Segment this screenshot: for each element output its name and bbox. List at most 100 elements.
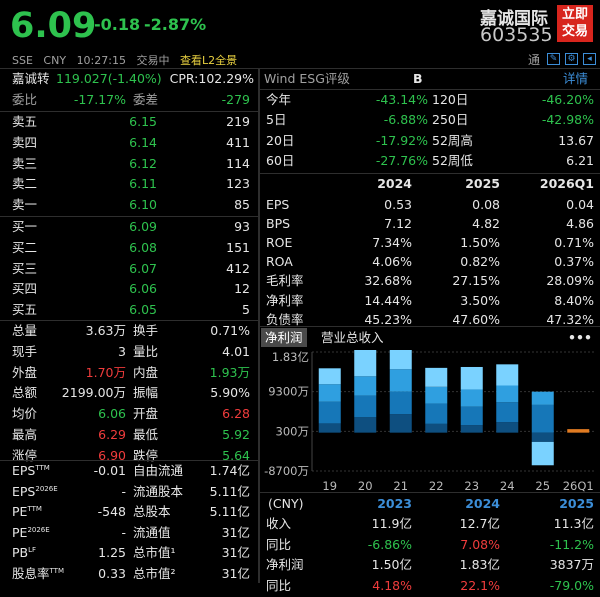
edit-icon[interactable]: ✎ xyxy=(547,53,560,65)
fund-row: PE2026E - 流通值 31亿 xyxy=(0,523,258,544)
left-panel: 嘉诚转 119.027(-1.40%) CPR:102.29% 委比 -17.1… xyxy=(0,69,258,583)
annual-label: 净利润 xyxy=(266,557,304,573)
bar-segment[interactable] xyxy=(318,384,341,402)
bar-segment[interactable] xyxy=(531,404,554,433)
ask-row[interactable]: 卖一 6.10 85 xyxy=(0,195,258,216)
bar-segment[interactable] xyxy=(354,350,377,377)
bar-segment[interactable] xyxy=(496,402,519,423)
bar-segment[interactable] xyxy=(425,403,448,424)
tab-revenue[interactable]: 营业总收入 xyxy=(321,328,384,347)
stat-row: 最高 6.29 最低 5.92 xyxy=(0,425,258,446)
bar-segment[interactable] xyxy=(318,368,341,385)
perf-label: 20日 xyxy=(266,132,295,148)
esg-detail-link[interactable]: 详情 xyxy=(563,69,588,90)
bar-segment[interactable] xyxy=(531,432,554,442)
net-profit-chart: 1.83亿 9300万 300万 -8700万 19 20 21 22 23 24 25 26Q1 xyxy=(264,350,596,492)
annual-value: 1.50亿 xyxy=(371,557,412,573)
l2-link[interactable]: 查看L2全景 xyxy=(180,54,237,67)
tong-label[interactable]: 通 xyxy=(528,51,540,68)
fund-value: - xyxy=(121,524,126,540)
bar-segment[interactable] xyxy=(425,367,448,387)
bar-segment[interactable] xyxy=(460,366,483,390)
level-volume: 219 xyxy=(226,114,250,129)
esg-grade: B xyxy=(413,71,423,86)
stat-value: 2199.00万 xyxy=(61,385,126,401)
stat-value: 6.29 xyxy=(98,427,126,442)
cb-cpr: CPR:102.29% xyxy=(169,71,254,86)
bar-segment[interactable] xyxy=(496,364,519,386)
annual-value: 12.7亿 xyxy=(459,516,500,531)
ask-row[interactable]: 卖四 6.14 411 xyxy=(0,133,258,154)
diff-value: -279 xyxy=(221,92,250,107)
bar-segment[interactable] xyxy=(389,414,412,433)
more-icon[interactable]: ••• xyxy=(568,328,592,347)
stat-value: 1.93万 xyxy=(209,364,250,380)
bid-row[interactable]: 买二 6.08 151 xyxy=(0,238,258,259)
bar-segment[interactable] xyxy=(354,395,377,418)
bar-segment[interactable] xyxy=(425,386,448,404)
bar-segment[interactable] xyxy=(389,350,412,370)
fund-label-text: EPS xyxy=(12,483,36,499)
cb-label: 嘉诚转 xyxy=(12,71,50,86)
stat-value: 5.90% xyxy=(210,385,250,401)
y-tick-label: -8700万 xyxy=(264,464,309,478)
fin-year: 2025 xyxy=(465,176,500,191)
bar-segment[interactable] xyxy=(531,391,554,405)
level-price: 6.07 xyxy=(129,260,157,276)
bar-segment[interactable] xyxy=(496,422,519,433)
fin-value: 0.71% xyxy=(554,235,594,251)
perf-label: 52周高 xyxy=(432,132,473,148)
bar-segment[interactable] xyxy=(354,417,377,433)
annual-value: 7.08% xyxy=(460,536,500,552)
x-tick-label: 24 xyxy=(500,479,515,492)
annual-label: 同比 xyxy=(266,577,292,593)
trade-button[interactable]: 立即 交易 xyxy=(557,5,593,42)
fund-label-text: PE xyxy=(12,504,28,520)
level-price: 6.14 xyxy=(129,134,157,150)
x-tick-label: 23 xyxy=(464,479,479,492)
perf-row: 5日 -6.88% 250日 -42.98% xyxy=(260,110,600,131)
bid-row[interactable]: 买五 6.05 5 xyxy=(0,300,258,321)
tab-net-profit[interactable]: 净利润 xyxy=(261,328,307,347)
bar-segment[interactable] xyxy=(567,429,590,433)
bid-row[interactable]: 买一 6.09 93 xyxy=(0,217,258,238)
bar-segment[interactable] xyxy=(354,376,377,396)
ratio-label: 委比 xyxy=(12,92,38,107)
ask-row[interactable]: 卖五 6.15 219 xyxy=(0,112,258,133)
bar-segment[interactable] xyxy=(389,369,412,392)
level-label: 卖一 xyxy=(12,197,38,213)
stat-label: 总量 xyxy=(12,323,38,338)
level-volume: 151 xyxy=(226,239,250,255)
fund-label-text: 股息率 xyxy=(12,566,50,581)
bar-segment[interactable] xyxy=(425,423,448,433)
perf-value: -6.88% xyxy=(383,112,428,128)
bid-row[interactable]: 买四 6.06 12 xyxy=(0,279,258,300)
bar-segment[interactable] xyxy=(460,406,483,426)
fund-row: EPSTTM -0.01 自由流通 1.74亿 xyxy=(0,461,258,482)
settings-icon[interactable]: ⚙ xyxy=(565,53,578,65)
bid-row[interactable]: 买三 6.07 412 xyxy=(0,259,258,280)
bar-segment[interactable] xyxy=(531,441,554,466)
fin-row: ROE 7.34% 1.50% 0.71% xyxy=(260,233,600,254)
fin-value: 0.08 xyxy=(472,197,500,212)
fund-value: -0.01 xyxy=(93,463,126,478)
fund-label: PETTM xyxy=(12,502,42,523)
bar-segment[interactable] xyxy=(389,391,412,415)
bar-segment[interactable] xyxy=(460,389,483,407)
level-price: 6.11 xyxy=(129,176,157,192)
fund-value-2: 5.11亿 xyxy=(209,504,250,520)
ask-row[interactable]: 卖三 6.12 114 xyxy=(0,154,258,175)
bar-segment[interactable] xyxy=(460,425,483,433)
fin-row: BPS 7.12 4.82 4.86 xyxy=(260,214,600,235)
ask-row[interactable]: 卖二 6.11 123 xyxy=(0,174,258,195)
bar-segment[interactable] xyxy=(318,401,341,424)
collapse-icon[interactable]: ◂ xyxy=(583,53,596,65)
x-tick-label: 20 xyxy=(358,479,373,492)
fund-label: 股息率TTM xyxy=(12,564,64,585)
cb-row[interactable]: 嘉诚转 119.027(-1.40%) CPR:102.29% xyxy=(0,69,258,90)
bar-segment[interactable] xyxy=(496,385,519,403)
bar-segment[interactable] xyxy=(318,423,341,433)
esg-row[interactable]: Wind ESG评级 B 详情 xyxy=(260,69,600,90)
level-label: 买一 xyxy=(12,219,38,234)
fin-value: 4.82 xyxy=(472,216,500,232)
